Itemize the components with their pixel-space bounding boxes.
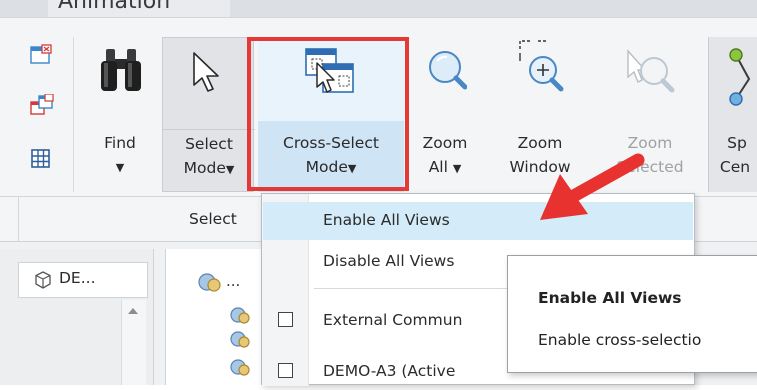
group-left-divider [18, 197, 19, 241]
find-label: Find [104, 134, 136, 152]
zoom-selected-label-line1: Zoom [627, 134, 673, 152]
spin-center-label-line1: Sp [727, 134, 747, 152]
cursor-arrow-icon [190, 51, 224, 95]
tab-animation-label: Animation [58, 0, 171, 14]
external-comm-checkbox[interactable] [278, 312, 293, 327]
tab-animation[interactable]: Animation [48, 0, 230, 17]
select-mode-split-divider [163, 129, 255, 130]
select-mode-label-line1: Select [185, 135, 233, 153]
menu-item-disable-all-views-label: Disable All Views [323, 252, 455, 270]
tooltip: Enable All Views Enable cross-selectio [507, 255, 757, 373]
tree-child-icon-1 [228, 304, 252, 326]
spin-center-button[interactable]: Sp Cen [708, 37, 757, 192]
menu-item-enable-all-views-label: Enable All Views [323, 211, 450, 229]
select-group-label: Select [189, 210, 237, 228]
demo-a3-checkbox[interactable] [278, 363, 293, 378]
menu-item-external-comm-label: External Commun [323, 311, 463, 329]
tree-node-icon [196, 271, 224, 293]
highlight-box [247, 37, 409, 191]
find-caret: ▼ [115, 161, 125, 174]
annotation-arrow [520, 152, 650, 232]
zoom-all-label-line2: All ▼ [428, 158, 462, 176]
zoom-window-icon [516, 37, 566, 97]
panel-tab[interactable]: DE... [18, 262, 148, 298]
find-button[interactable]: Find ▼ [85, 37, 155, 192]
cube-icon [33, 270, 53, 290]
magnifier-icon [423, 47, 468, 93]
left-scrollbar[interactable] [121, 300, 146, 385]
tree-child-icon-3 [228, 356, 252, 378]
zoom-all-label-line1: Zoom [422, 134, 468, 152]
spin-center-label-line2: Cen [719, 158, 751, 176]
select-mode-label-line2: Mode▼ [183, 159, 235, 177]
window-red-icon[interactable] [30, 44, 52, 66]
zoom-selected-icon [624, 47, 676, 97]
menu-item-demo-a3-label: DEMO-A3 (Active [323, 362, 456, 380]
zoom-window-label-line1: Zoom [517, 134, 563, 152]
panel-tab-label: DE... [59, 269, 96, 287]
select-mode-button[interactable]: Select Mode▼ [162, 37, 255, 192]
grid-icon[interactable] [30, 148, 52, 170]
scroll-up-icon[interactable] [128, 308, 138, 314]
tooltip-body: Enable cross-selectio [538, 331, 702, 349]
windows-cascade-icon[interactable] [30, 93, 54, 118]
tree-node-ellipsis: ... [226, 272, 241, 290]
tooltip-title: Enable All Views [538, 289, 682, 307]
binoculars-icon [94, 45, 148, 95]
zoom-all-button[interactable]: Zoom All ▼ [413, 37, 477, 192]
spin-center-icon [727, 47, 757, 109]
tree-child-icon-2 [228, 328, 252, 350]
